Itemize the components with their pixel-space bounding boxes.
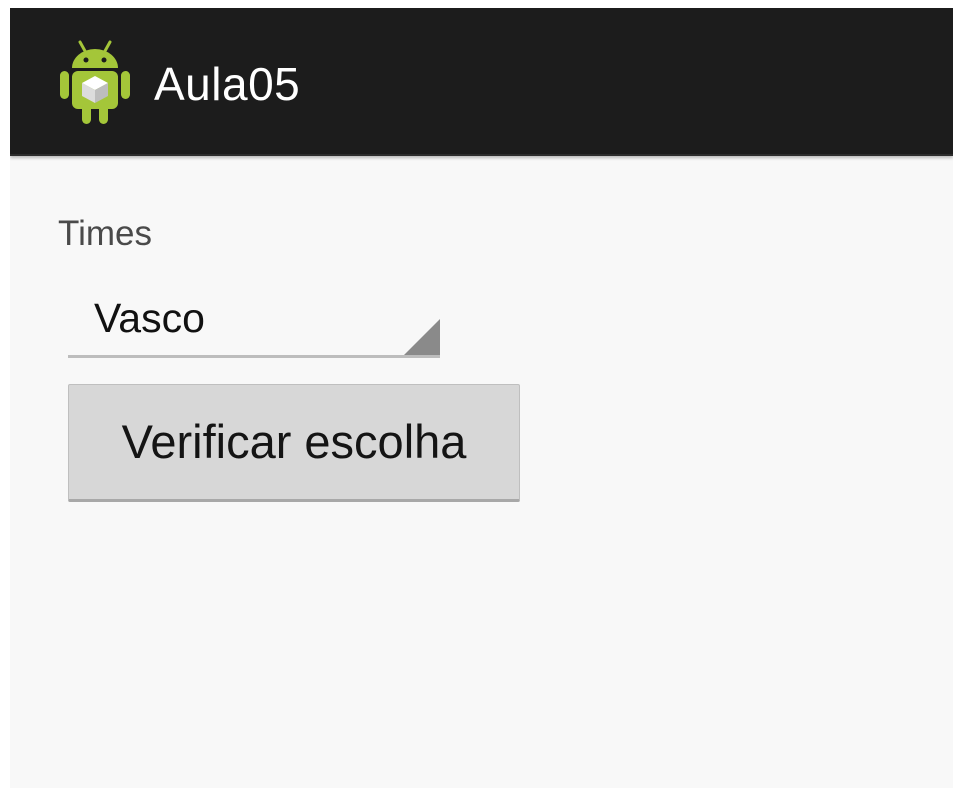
app-screen: Aula05 Times Vasco Verificar escolha — [10, 8, 953, 788]
app-title: Aula05 — [154, 58, 301, 110]
spinner-corner-arrow-icon — [404, 319, 440, 355]
verificar-escolha-button[interactable]: Verificar escolha — [68, 384, 520, 502]
action-bar: Aula05 — [10, 8, 953, 156]
content-area: Times Vasco Verificar escolha — [10, 156, 953, 788]
android-robot-icon[interactable] — [58, 38, 132, 126]
spinner-selected-value: Vasco — [94, 295, 205, 341]
times-label: Times — [58, 214, 152, 253]
times-spinner[interactable]: Vasco — [68, 282, 440, 358]
spinner-underline — [68, 355, 440, 358]
